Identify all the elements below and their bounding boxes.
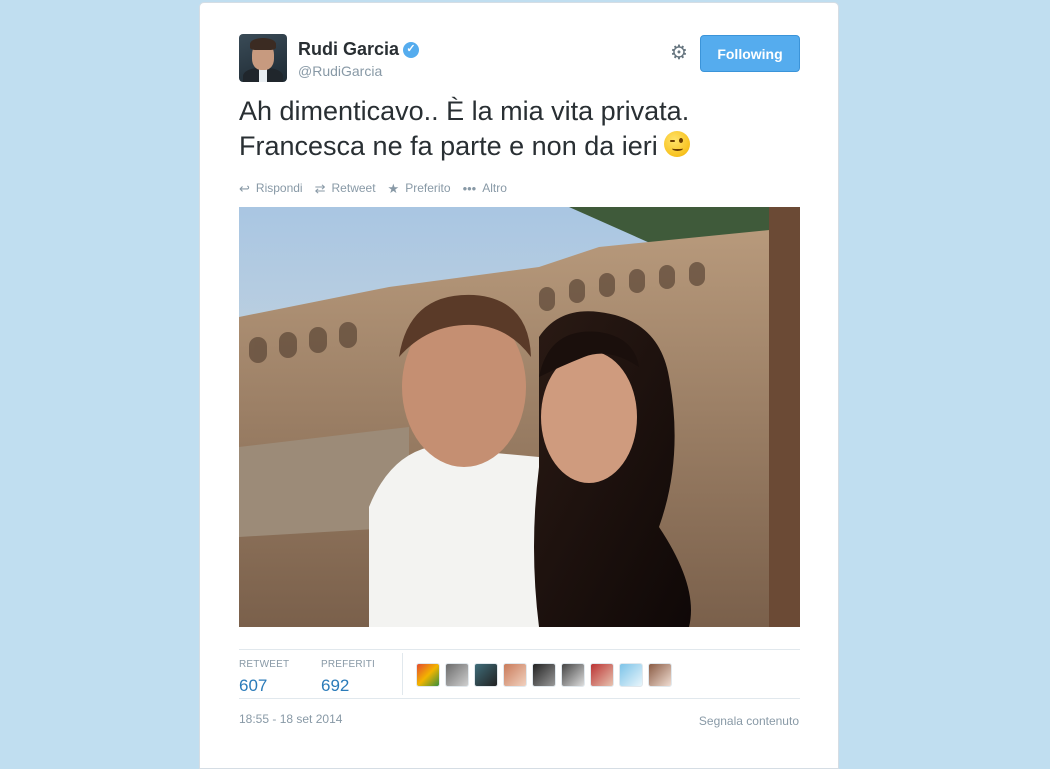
favoriter-avatar[interactable] [416, 663, 440, 687]
stats-divider [402, 653, 403, 695]
reply-label: Rispondi [255, 181, 303, 195]
favoriter-avatar[interactable] [561, 663, 585, 687]
tweet-card: Rudi Garcia ✓ @RudiGarcia ⚙ Following Ah… [199, 2, 839, 769]
author-name-row[interactable]: Rudi Garcia ✓ [298, 39, 420, 60]
favoriter-avatar[interactable] [474, 663, 498, 687]
author-name[interactable]: Rudi Garcia [298, 39, 399, 60]
retweet-label: Retweet [331, 181, 376, 195]
author-avatar[interactable] [239, 34, 287, 82]
more-icon: ••• [462, 180, 477, 196]
favoriter-avatar[interactable] [590, 663, 614, 687]
favorite-action[interactable]: ★ Preferito [388, 181, 451, 195]
tweet-text-line-2-text: Francesca ne fa parte e non da ieri [239, 131, 658, 161]
favorites-stat[interactable]: PREFERITI 692 [321, 659, 375, 696]
tweet-stats: RETWEET 607 PREFERITI 692 [239, 649, 800, 699]
reply-icon: ↩ [239, 180, 250, 196]
selfie-colosseum-image [239, 207, 800, 627]
tweet-actions: ↩ Rispondi ⇄ Retweet ★ Preferito ••• Alt… [239, 181, 507, 195]
favorites-stat-label: PREFERITI [321, 659, 376, 670]
favoriter-avatars [416, 663, 672, 687]
tweet-photo[interactable] [239, 207, 800, 627]
favorites-count: 692 [321, 676, 350, 695]
tweet-header: Rudi Garcia ✓ @RudiGarcia ⚙ Following [239, 34, 800, 84]
retweet-stat[interactable]: RETWEET 607 [239, 659, 289, 696]
favoriter-avatar[interactable] [503, 663, 527, 687]
retweet-stat-label: RETWEET [239, 659, 290, 670]
tweet-timestamp[interactable]: 18:55 - 18 set 2014 [239, 712, 342, 726]
retweet-icon: ⇄ [314, 180, 326, 196]
reply-action[interactable]: ↩ Rispondi [239, 181, 303, 195]
more-action[interactable]: ••• Altro [463, 181, 507, 195]
tweet-text-line-2: Francesca ne fa parte e non da ieri [239, 129, 800, 164]
favoriter-avatar[interactable] [648, 663, 672, 687]
more-label: Altro [482, 181, 507, 195]
following-button[interactable]: Following [700, 35, 800, 72]
author-handle[interactable]: @RudiGarcia [298, 63, 382, 79]
verified-icon: ✓ [403, 41, 420, 58]
gear-icon[interactable]: ⚙ [669, 43, 689, 63]
favoriter-avatar[interactable] [619, 663, 643, 687]
star-icon: ★ [387, 180, 400, 196]
tweet-text-line-1: Ah dimenticavo.. È la mia vita privata. [239, 96, 690, 126]
tweet-text: Ah dimenticavo.. È la mia vita privata. … [239, 94, 800, 164]
favorite-label: Preferito [405, 181, 451, 195]
winking-face-emoji [663, 131, 690, 157]
favoriter-avatar[interactable] [532, 663, 556, 687]
retweet-count: 607 [239, 676, 268, 695]
retweet-action[interactable]: ⇄ Retweet [315, 181, 376, 195]
report-content-link[interactable]: Segnala contenuto [699, 714, 799, 728]
favoriter-avatar[interactable] [445, 663, 469, 687]
